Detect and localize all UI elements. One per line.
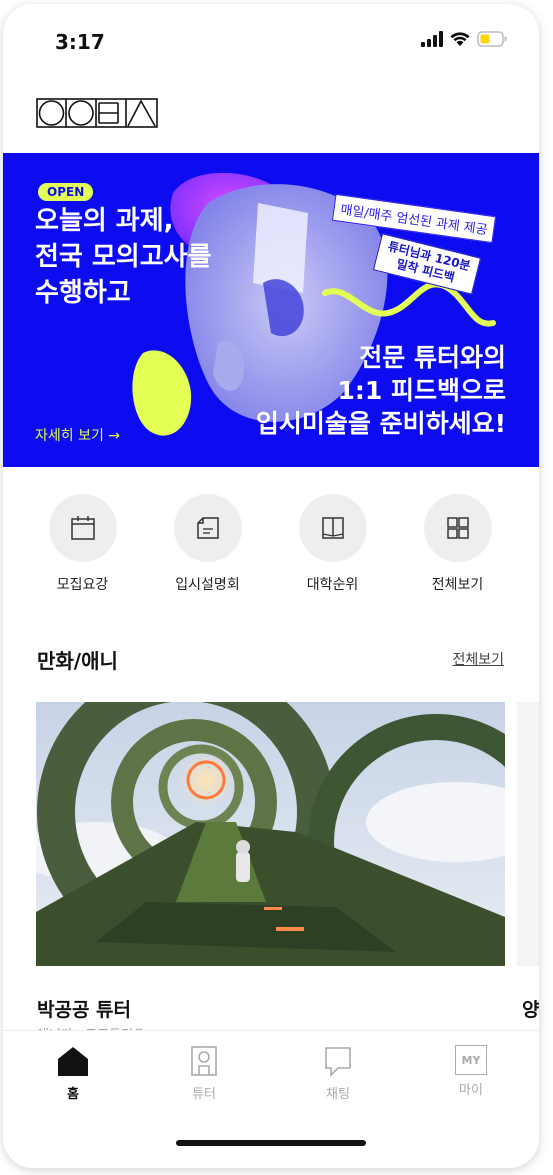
phone-screen: 3:17 OPEN 오늘의 과제, 전국 모의고사를 수행하고 매일/매주 엄선… xyxy=(3,4,539,1168)
promo-banner[interactable]: OPEN 오늘의 과제, 전국 모의고사를 수행하고 매일/매주 엄선된 과제 … xyxy=(3,153,539,467)
open-badge: OPEN xyxy=(38,183,94,201)
document-icon xyxy=(196,517,219,539)
tab-label: 마이 xyxy=(459,1083,483,1098)
banner-title-line: 오늘의 과제, xyxy=(35,206,174,236)
quick-item-label: 대학순위 xyxy=(306,577,359,593)
status-time: 3:17 xyxy=(55,30,105,54)
wifi-icon xyxy=(450,32,470,46)
tutor-card-image[interactable] xyxy=(36,702,505,966)
tab-tutor[interactable]: 튜터 xyxy=(164,1045,244,1102)
banner-title: 오늘의 과제, 전국 모의고사를 수행하고 xyxy=(35,203,212,311)
see-all-link[interactable]: 전체보기 xyxy=(452,649,504,669)
tab-my[interactable]: MY 마이 xyxy=(431,1045,511,1098)
quick-item-label: 모집요강 xyxy=(56,577,109,593)
quick-icon-circle xyxy=(173,494,242,562)
tutor-name: 박공공 튜터 xyxy=(37,999,132,1021)
battery-icon xyxy=(477,31,507,47)
tab-label: 튜터 xyxy=(192,1087,216,1102)
calendar-icon xyxy=(70,516,95,540)
app-logo[interactable] xyxy=(36,98,158,128)
banner-title-line: 전국 모의고사를 xyxy=(35,242,212,272)
grid-icon xyxy=(446,517,469,539)
status-icons xyxy=(421,31,507,47)
quick-item-briefing[interactable]: 입시설명회 xyxy=(145,494,270,594)
quick-item-label: 입시설명회 xyxy=(175,577,240,593)
banner-subtitle-line: 1:1 피드백으로 xyxy=(337,376,507,405)
banner-subtitle-line: 입시미술을 준비하세요! xyxy=(255,409,506,438)
section-title: 만화/애니 xyxy=(37,649,118,673)
tab-home[interactable]: 홈 xyxy=(33,1045,113,1102)
tab-label: 채팅 xyxy=(326,1087,350,1102)
tutor-icon xyxy=(191,1046,217,1076)
home-indicator xyxy=(176,1140,366,1146)
banner-more-link[interactable]: 자세히 보기 → xyxy=(35,425,120,445)
status-bar: 3:17 xyxy=(3,4,539,84)
quick-icon-circle xyxy=(298,494,367,562)
tab-bar: 홈 튜터 채팅 MY 마이 xyxy=(3,1030,539,1168)
quick-icon-circle xyxy=(48,494,117,562)
quick-icon-circle xyxy=(423,494,492,562)
tutor-card-image[interactable] xyxy=(517,702,539,966)
quick-item-all[interactable]: 전체보기 xyxy=(395,494,520,594)
chat-icon xyxy=(325,1047,351,1077)
quick-menu: 모집요강 입시설명회 대학순위 전체보기 xyxy=(3,494,539,594)
signal-icon xyxy=(421,31,443,47)
banner-subtitle: 전문 튜터와의 1:1 피드백으로 입시미술을 준비하세요! xyxy=(256,341,506,440)
tutor-name: 양 xyxy=(522,999,539,1021)
book-icon xyxy=(321,517,344,539)
card-artwork xyxy=(36,702,505,966)
tab-chat[interactable]: 채팅 xyxy=(298,1045,378,1102)
banner-title-line: 수행하고 xyxy=(35,278,131,308)
my-icon: MY xyxy=(455,1045,487,1075)
banner-subtitle-line: 전문 튜터와의 xyxy=(359,343,506,372)
quick-item-admission[interactable]: 모집요강 xyxy=(20,494,145,594)
quick-item-ranking[interactable]: 대학순위 xyxy=(270,494,395,594)
tab-label: 홈 xyxy=(67,1087,79,1102)
home-icon xyxy=(58,1047,88,1076)
quick-item-label: 전체보기 xyxy=(431,577,484,593)
